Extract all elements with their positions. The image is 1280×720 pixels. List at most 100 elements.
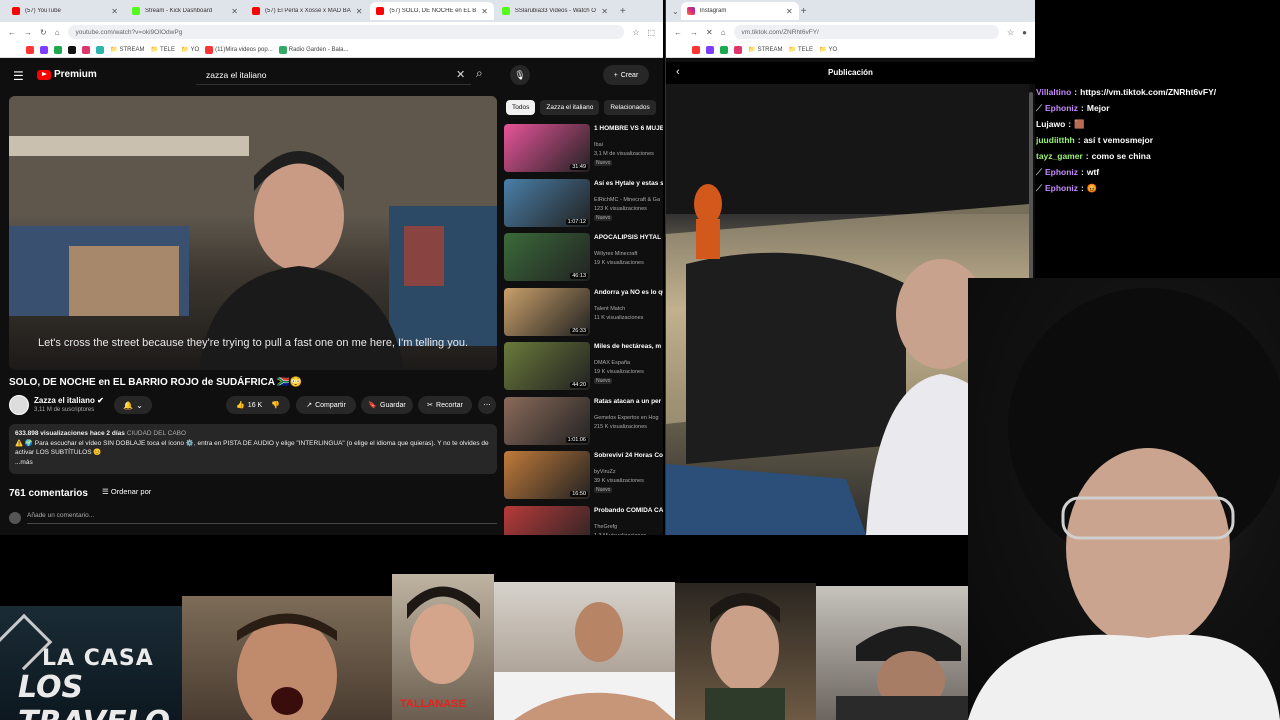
chip-related[interactable]: Relacionados bbox=[604, 100, 656, 115]
youtube-logo[interactable]: Premium bbox=[37, 69, 97, 80]
recommended-video[interactable]: 26:33 Andorra ya NO es lo qu Así vive la … bbox=[504, 287, 663, 338]
profile-icon[interactable]: ● bbox=[1022, 28, 1027, 37]
video-title[interactable]: Andorra ya NO es lo qu Así vive la gente… bbox=[594, 289, 663, 297]
bookmark-item[interactable] bbox=[720, 45, 728, 54]
recommended-video[interactable]: Probando COMIDA CA en PERÚ TheGrefg 1,3 M … bbox=[504, 505, 663, 535]
chat-username[interactable]: tayz_gamer bbox=[1036, 148, 1083, 164]
recommended-video[interactable]: 16:50 Sobreviví 24 Horas Co Las Vegas byVi… bbox=[504, 451, 663, 501]
bookmark-item[interactable] bbox=[692, 45, 700, 54]
description-box[interactable]: 633.898 visualizaciones hace 2 días CIUD… bbox=[9, 424, 497, 474]
bookmark-star-icon[interactable]: ☆ bbox=[632, 28, 639, 37]
mic-icon[interactable]: 🎙 bbox=[510, 65, 530, 85]
close-tab-icon[interactable]: ✕ bbox=[231, 7, 238, 16]
chat-username[interactable]: juudiitthh bbox=[1036, 132, 1075, 148]
search-input[interactable]: zazza el italiano bbox=[196, 65, 471, 85]
sort-button[interactable]: ☰ Ordenar por bbox=[102, 487, 151, 496]
browser-tab[interactable]: (57) YouTube ✕ bbox=[6, 2, 124, 20]
recommended-video[interactable]: 44:20 Miles de hectáreas, m juego: el imp… bbox=[504, 342, 663, 392]
browser-tab[interactable]: (57) SOLO, DE NOCHE en EL B ✕ bbox=[370, 2, 494, 20]
recommended-video[interactable]: 31:49 1 HOMBRE VS 6 MUJE Ibai 3,1 M de visu… bbox=[504, 124, 663, 174]
save-button[interactable]: 🔖 Guardar bbox=[361, 396, 413, 414]
search-icon[interactable]: ⌕ bbox=[476, 66, 483, 81]
chip-channel[interactable]: Zazza el italiano bbox=[540, 100, 600, 115]
chat-username[interactable]: Lujawo bbox=[1036, 116, 1065, 132]
menu-icon[interactable]: ☰ bbox=[13, 69, 24, 83]
bookmark-item[interactable] bbox=[26, 45, 34, 54]
bookmark-item[interactable] bbox=[734, 45, 742, 54]
clip-button[interactable]: ✂ Recortar bbox=[418, 396, 472, 414]
bookmark-folder-yo[interactable]: 📁 YO bbox=[819, 46, 837, 54]
close-tab-icon[interactable]: ✕ bbox=[111, 7, 118, 16]
channel-name[interactable]: ElRichMC - Minecraft & Ga bbox=[594, 197, 660, 203]
channel-name[interactable]: DMAX España bbox=[594, 360, 630, 366]
channel-name[interactable]: Ibai bbox=[594, 142, 603, 148]
share-button[interactable]: ↗ Compartir bbox=[296, 396, 356, 414]
video-thumbnail[interactable] bbox=[504, 505, 590, 535]
home-icon[interactable]: ⌂ bbox=[721, 28, 726, 37]
forward-icon[interactable]: → bbox=[690, 28, 698, 37]
comment-input[interactable]: Añade un comentario... bbox=[27, 512, 497, 524]
bookmark-item[interactable]: (11)Mira videos pop... bbox=[205, 45, 273, 54]
extensions-icon[interactable]: ⬚ bbox=[647, 28, 655, 37]
video-title[interactable]: Ratas atacan a un per dueño de la casa..… bbox=[594, 398, 663, 406]
clear-search-icon[interactable]: ✕ bbox=[456, 68, 465, 81]
bookmark-folder-stream[interactable]: 📁 STREAM bbox=[748, 46, 783, 54]
bookmark-item[interactable] bbox=[706, 45, 714, 54]
close-tab-icon[interactable]: ✕ bbox=[786, 7, 793, 16]
close-tab-icon[interactable]: ✕ bbox=[601, 7, 608, 16]
bookmark-folder-yo[interactable]: 📁 YO bbox=[181, 46, 199, 54]
chat-username[interactable]: Villaltino bbox=[1036, 84, 1071, 100]
close-tab-icon[interactable]: ✕ bbox=[356, 7, 363, 16]
video-title[interactable]: 1 HOMBRE VS 6 MUJE bbox=[594, 125, 663, 133]
back-icon[interactable]: ← bbox=[8, 28, 16, 37]
channel-name[interactable]: Willyrex Minecraft bbox=[594, 251, 637, 257]
back-icon[interactable]: ← bbox=[674, 28, 682, 37]
url-field[interactable]: youtube.com/watch?v=oki9OIOdwPg bbox=[67, 25, 625, 39]
more-actions-icon[interactable]: ⋯ bbox=[478, 396, 496, 414]
recommended-video[interactable]: 46:13 APOCALIPSIS HYTAL Leprechaun Vegett… bbox=[504, 233, 663, 283]
bookmark-folder-tele[interactable]: 📁 TELE bbox=[151, 46, 176, 54]
video-title[interactable]: APOCALIPSIS HYTAL Leprechaun Vegetta! bbox=[594, 234, 663, 242]
forward-icon[interactable]: → bbox=[24, 28, 32, 37]
channel-name[interactable]: Zazza el italiano ✔ bbox=[34, 396, 104, 405]
create-button[interactable]: + Crear bbox=[603, 65, 649, 85]
video-player[interactable]: Let's cross the street because they're t… bbox=[9, 96, 497, 370]
notifications-button[interactable]: 🔔 ⌄ bbox=[114, 396, 152, 414]
new-tab-icon[interactable]: + bbox=[801, 6, 807, 17]
recommended-video[interactable]: 1:07:12 Así es Hytale y estas s primeras … bbox=[504, 178, 663, 229]
video-title[interactable]: Miles de hectáreas, m juego: el imperio … bbox=[594, 343, 663, 351]
bookmark-item[interactable] bbox=[54, 45, 62, 54]
thumbs-down-icon[interactable]: 👎 bbox=[271, 401, 280, 409]
stop-icon[interactable]: ✕ bbox=[706, 28, 713, 37]
browser-tab[interactable]: (57) El Perla x Xosse x MAD BA ✕ bbox=[246, 2, 368, 20]
video-title[interactable]: Sobreviví 24 Horas Co Las Vegas bbox=[594, 452, 663, 460]
scrollbar[interactable] bbox=[1029, 92, 1033, 292]
reload-icon[interactable]: ↻ bbox=[40, 28, 47, 37]
bookmark-item[interactable] bbox=[68, 45, 76, 54]
channel-name[interactable]: byViruZz bbox=[594, 469, 616, 475]
channel-avatar[interactable] bbox=[9, 395, 29, 415]
video-title[interactable]: Probando COMIDA CA en PERÚ bbox=[594, 507, 663, 515]
new-tab-icon[interactable]: + bbox=[620, 6, 626, 17]
chip-all[interactable]: Todos bbox=[506, 100, 536, 115]
chat-username[interactable]: Ephoniz bbox=[1045, 180, 1078, 196]
like-button[interactable]: 👍 16 K 👎 bbox=[226, 396, 290, 414]
more-link[interactable]: ...más bbox=[15, 458, 491, 468]
chat-username[interactable]: Ephoniz bbox=[1045, 100, 1078, 116]
bookmark-item[interactable] bbox=[82, 45, 90, 54]
channel-name[interactable]: TheGrefg bbox=[594, 524, 617, 530]
browser-tab[interactable]: Stream - Kick Dashboard ✕ bbox=[126, 2, 244, 20]
bookmark-folder-tele[interactable]: 📁 TELE bbox=[789, 46, 814, 54]
home-icon[interactable]: ⌂ bbox=[55, 28, 60, 37]
channel-name[interactable]: Talent Match bbox=[594, 306, 625, 312]
bookmark-item[interactable] bbox=[96, 45, 104, 54]
browser-tab[interactable]: SSlarubia33 Videos - Watch O ✕ bbox=[496, 2, 614, 20]
tab-search-icon[interactable]: ⌄ bbox=[672, 7, 679, 16]
tab-instagram[interactable]: Instagram ✕ bbox=[680, 2, 799, 20]
bookmark-item[interactable]: Radio Garden - Bala... bbox=[278, 45, 348, 54]
close-tab-icon[interactable]: ✕ bbox=[481, 7, 488, 16]
video-title[interactable]: Así es Hytale y estas s primeras impresi… bbox=[594, 180, 663, 188]
bookmark-item[interactable] bbox=[40, 45, 48, 54]
channel-name[interactable]: Gemelos Expertos en Hog bbox=[594, 415, 659, 421]
recommended-video[interactable]: 1:01:06 Ratas atacan a un per dueño de la… bbox=[504, 396, 663, 447]
